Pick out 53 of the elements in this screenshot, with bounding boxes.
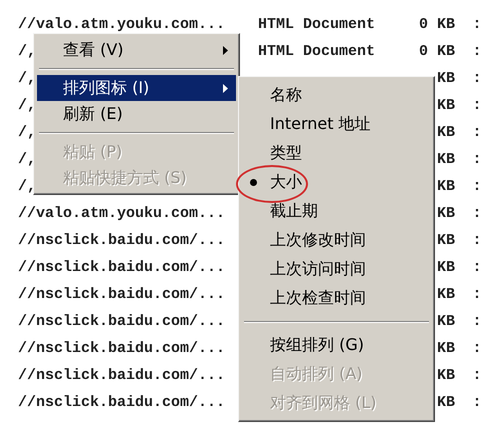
- menu-item[interactable]: 上次访问时间: [242, 255, 431, 284]
- menu-item[interactable]: 类型: [242, 139, 431, 168]
- table-cell: :: [472, 97, 482, 114]
- menu-item[interactable]: 截止期: [242, 197, 431, 226]
- menu-item[interactable]: 查看 (V): [37, 37, 236, 63]
- file-size: KB: [436, 286, 455, 303]
- file-type: HTML Document: [257, 43, 376, 60]
- menu-item[interactable]: 按组排列 (G): [242, 331, 431, 360]
- table-cell: :: [472, 259, 482, 276]
- file-name[interactable]: //valo.atm.youku.com...: [0, 16, 240, 33]
- file-size: KB: [436, 259, 455, 276]
- table-cell: :: [472, 205, 482, 222]
- file-name[interactable]: //nsclick.baidu.com/...: [0, 340, 240, 357]
- file-size: KB: [436, 97, 455, 114]
- table-cell: :: [472, 394, 482, 411]
- file-size: KB: [436, 232, 455, 249]
- file-size: KB: [436, 205, 455, 222]
- table-cell: :: [472, 16, 482, 33]
- file-name[interactable]: //nsclick.baidu.com/...: [0, 232, 240, 249]
- menu-item[interactable]: 上次修改时间: [242, 226, 431, 255]
- table-cell: :: [472, 286, 482, 303]
- file-size: KB: [436, 124, 455, 141]
- table-cell: :: [472, 232, 482, 249]
- file-type: HTML Document: [257, 16, 376, 33]
- menu-item[interactable]: 名称: [242, 81, 431, 110]
- table-cell: :: [472, 151, 482, 168]
- table-cell: :: [472, 178, 482, 195]
- table-cell: :: [472, 70, 482, 87]
- table-cell: :: [472, 43, 482, 60]
- file-name[interactable]: //nsclick.baidu.com/...: [0, 259, 240, 276]
- table-cell: :: [472, 340, 482, 357]
- file-name[interactable]: //nsclick.baidu.com/...: [0, 286, 240, 303]
- file-size: 0 KB: [418, 16, 455, 33]
- table-cell: :: [472, 124, 482, 141]
- menu-item[interactable]: 排列图标 (I): [37, 75, 236, 101]
- file-name[interactable]: //nsclick.baidu.com/...: [0, 394, 240, 411]
- file-size: KB: [436, 367, 455, 384]
- file-size: 0 KB: [418, 43, 455, 60]
- menu-item[interactable]: 大小: [242, 168, 431, 197]
- table-cell: :: [472, 313, 482, 330]
- file-size: KB: [436, 178, 455, 195]
- file-name[interactable]: //valo.atm.youku.com...: [0, 205, 240, 222]
- file-size: KB: [436, 394, 455, 411]
- file-size: KB: [436, 313, 455, 330]
- file-size: KB: [436, 70, 455, 87]
- menu-item[interactable]: Internet 地址: [242, 110, 431, 139]
- file-size: KB: [436, 151, 455, 168]
- table-cell: :: [472, 367, 482, 384]
- file-name[interactable]: //nsclick.baidu.com/...: [0, 367, 240, 384]
- menu-item[interactable]: 上次检查时间: [242, 284, 431, 313]
- menu-item[interactable]: 刷新 (E): [37, 101, 236, 127]
- file-size: KB: [436, 340, 455, 357]
- file-name[interactable]: //nsclick.baidu.com/...: [0, 313, 240, 330]
